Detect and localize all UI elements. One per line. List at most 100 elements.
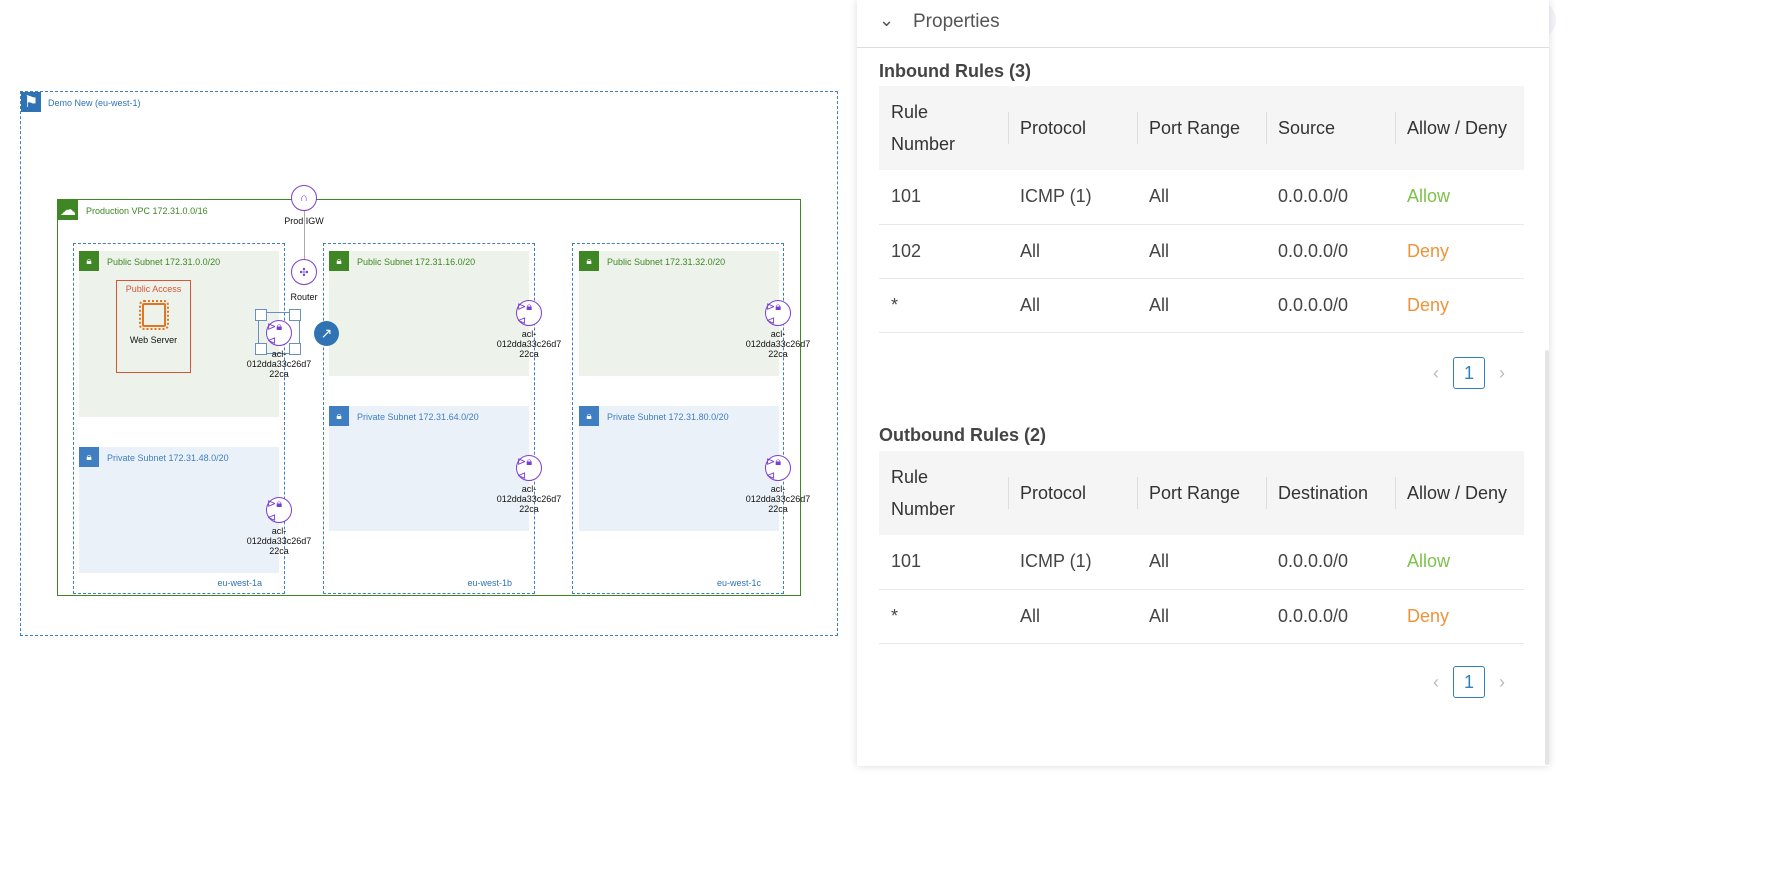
table-cell: 0.0.0.0/0 [1266, 170, 1395, 225]
table-cell: Allow [1395, 170, 1524, 225]
lock-icon: 🔒︎ [329, 251, 349, 271]
next-page-icon[interactable]: › [1499, 672, 1505, 693]
table-header: Rule Number Protocol Port Range Destination… [879, 451, 1524, 535]
table-cell: Allow [1395, 535, 1524, 590]
properties-panel: ⌄ Properties Inbound Rules (3) Rule Numb… [857, 0, 1549, 766]
table-cell: All [1008, 224, 1137, 279]
acl-label: acl- 012dda33c26d7 22ca [496, 484, 562, 514]
region-label: Demo New (eu-west-1) [48, 98, 141, 108]
table-cell: * [879, 589, 1008, 644]
panel-header[interactable]: ⌄ Properties [857, 0, 1549, 48]
next-page-icon[interactable]: › [1499, 363, 1505, 384]
acl-label: acl- 012dda33c26d7 22ca [745, 329, 811, 359]
table-row[interactable]: 102 All All 0.0.0.0/0 Deny [879, 224, 1524, 279]
column-header[interactable]: Allow / Deny [1395, 451, 1524, 535]
inbound-title: Inbound Rules (3) [879, 61, 1031, 81]
az-label: eu-west-1b [467, 578, 512, 588]
outbound-table: Rule Number Protocol Port Range Destination… [879, 451, 1524, 644]
acl-label: acl- 012dda33c26d7 22ca [745, 484, 811, 514]
network-acl-icon[interactable]: ⊳🔒︎⊲ [516, 300, 542, 327]
column-header[interactable]: Allow / Deny [1395, 86, 1524, 170]
column-header[interactable]: Rule Number [879, 86, 1008, 170]
table-cell: * [879, 278, 1008, 333]
instance-label: Web Server [129, 335, 178, 345]
cloud-icon: ☁ [58, 200, 78, 220]
network-acl-icon[interactable]: ⊳🔒︎⊲ [765, 455, 791, 482]
table-cell: 101 [879, 170, 1008, 225]
inbound-table: Rule Number Protocol Port Range Source Allow… [879, 86, 1524, 333]
group-label: Public Access [125, 284, 182, 294]
lock-icon: 🔒︎ [79, 447, 99, 467]
public-access-group[interactable]: Public Access Web Server [116, 280, 191, 373]
lock-icon: 🔒︎ [329, 406, 349, 426]
subnet-label: Private Subnet 172.31.80.0/20 [607, 412, 729, 422]
table-cell: All [1008, 589, 1137, 644]
table-cell: 101 [879, 535, 1008, 590]
outbound-title: Outbound Rules (2) [879, 425, 1046, 445]
column-header[interactable]: Source [1266, 86, 1395, 170]
table-cell: All [1137, 278, 1266, 333]
subnet-label: Public Subnet 172.31.16.0/20 [357, 257, 476, 267]
subnet-label: Public Subnet 172.31.0.0/20 [107, 257, 221, 267]
scrollbar[interactable] [1545, 350, 1549, 765]
column-header[interactable]: Protocol [1008, 86, 1137, 170]
outbound-pagination: ‹ 1 › [1433, 666, 1505, 698]
table-cell: 0.0.0.0/0 [1266, 278, 1395, 333]
network-acl-icon[interactable]: ⊳🔒︎⊲ [765, 300, 791, 327]
lock-icon: 🔒︎ [579, 406, 599, 426]
column-header[interactable]: Protocol [1008, 451, 1137, 535]
page-button[interactable]: 1 [1453, 357, 1485, 389]
table-cell: 0.0.0.0/0 [1266, 589, 1395, 644]
table-cell: ICMP (1) [1008, 535, 1137, 590]
resize-handle[interactable] [255, 309, 267, 321]
acl-label: acl- 012dda33c26d7 22ca [246, 349, 312, 379]
panel-title: Properties [913, 11, 1000, 32]
network-acl-icon[interactable]: ⊳🔒︎⊲ [266, 497, 292, 524]
igw-label: Prod IGW [284, 216, 324, 226]
network-acl-icon[interactable]: ⊳🔒︎⊲ [516, 455, 542, 482]
acl-label: acl- 012dda33c26d7 22ca [496, 329, 562, 359]
column-header[interactable]: Rule Number [879, 451, 1008, 535]
table-cell: All [1008, 278, 1137, 333]
prev-page-icon[interactable]: ‹ [1433, 672, 1439, 693]
table-cell: 0.0.0.0/0 [1266, 535, 1395, 590]
table-cell: Deny [1395, 224, 1524, 279]
flag-icon: ⚑ [21, 92, 41, 112]
subnet-label: Public Subnet 172.31.32.0/20 [607, 257, 726, 267]
table-cell: Deny [1395, 278, 1524, 333]
table-header: Rule Number Protocol Port Range Source Allow… [879, 86, 1524, 170]
arrow-icon[interactable]: ↗ [314, 321, 339, 346]
column-header[interactable]: Port Range [1137, 86, 1266, 170]
vpc-label: Production VPC 172.31.0.0/16 [86, 206, 208, 216]
inbound-pagination: ‹ 1 › [1433, 357, 1505, 389]
chevron-down-icon[interactable]: ⌄ [879, 10, 894, 31]
table-cell: 0.0.0.0/0 [1266, 224, 1395, 279]
table-cell: All [1137, 589, 1266, 644]
subnet-label: Private Subnet 172.31.48.0/20 [107, 453, 229, 463]
lock-icon: 🔒︎ [579, 251, 599, 271]
table-cell: Deny [1395, 589, 1524, 644]
table-row[interactable]: 101 ICMP (1) All 0.0.0.0/0 Allow [879, 170, 1524, 225]
table-row[interactable]: 101 ICMP (1) All 0.0.0.0/0 Allow [879, 535, 1524, 590]
table-cell: All [1137, 535, 1266, 590]
table-cell: ICMP (1) [1008, 170, 1137, 225]
table-cell: All [1137, 224, 1266, 279]
az-label: eu-west-1a [217, 578, 262, 588]
page-button[interactable]: 1 [1453, 666, 1485, 698]
chip-icon [138, 300, 169, 330]
table-row[interactable]: * All All 0.0.0.0/0 Deny [879, 589, 1524, 644]
acl-label: acl- 012dda33c26d7 22ca [246, 526, 312, 556]
internet-gateway-icon[interactable]: ∩ [291, 185, 317, 211]
column-header[interactable]: Destination [1266, 451, 1395, 535]
prev-page-icon[interactable]: ‹ [1433, 363, 1439, 384]
subnet-label: Private Subnet 172.31.64.0/20 [357, 412, 479, 422]
router-icon[interactable]: ✣ [291, 259, 317, 285]
column-header[interactable]: Port Range [1137, 451, 1266, 535]
table-cell: 102 [879, 224, 1008, 279]
network-acl-icon[interactable]: ⊳🔒︎⊲ [266, 320, 292, 347]
az-label: eu-west-1c [716, 578, 761, 588]
lock-icon: 🔒︎ [79, 251, 99, 271]
table-row[interactable]: * All All 0.0.0.0/0 Deny [879, 278, 1524, 333]
table-cell: All [1137, 170, 1266, 225]
router-label: Router [290, 292, 318, 302]
